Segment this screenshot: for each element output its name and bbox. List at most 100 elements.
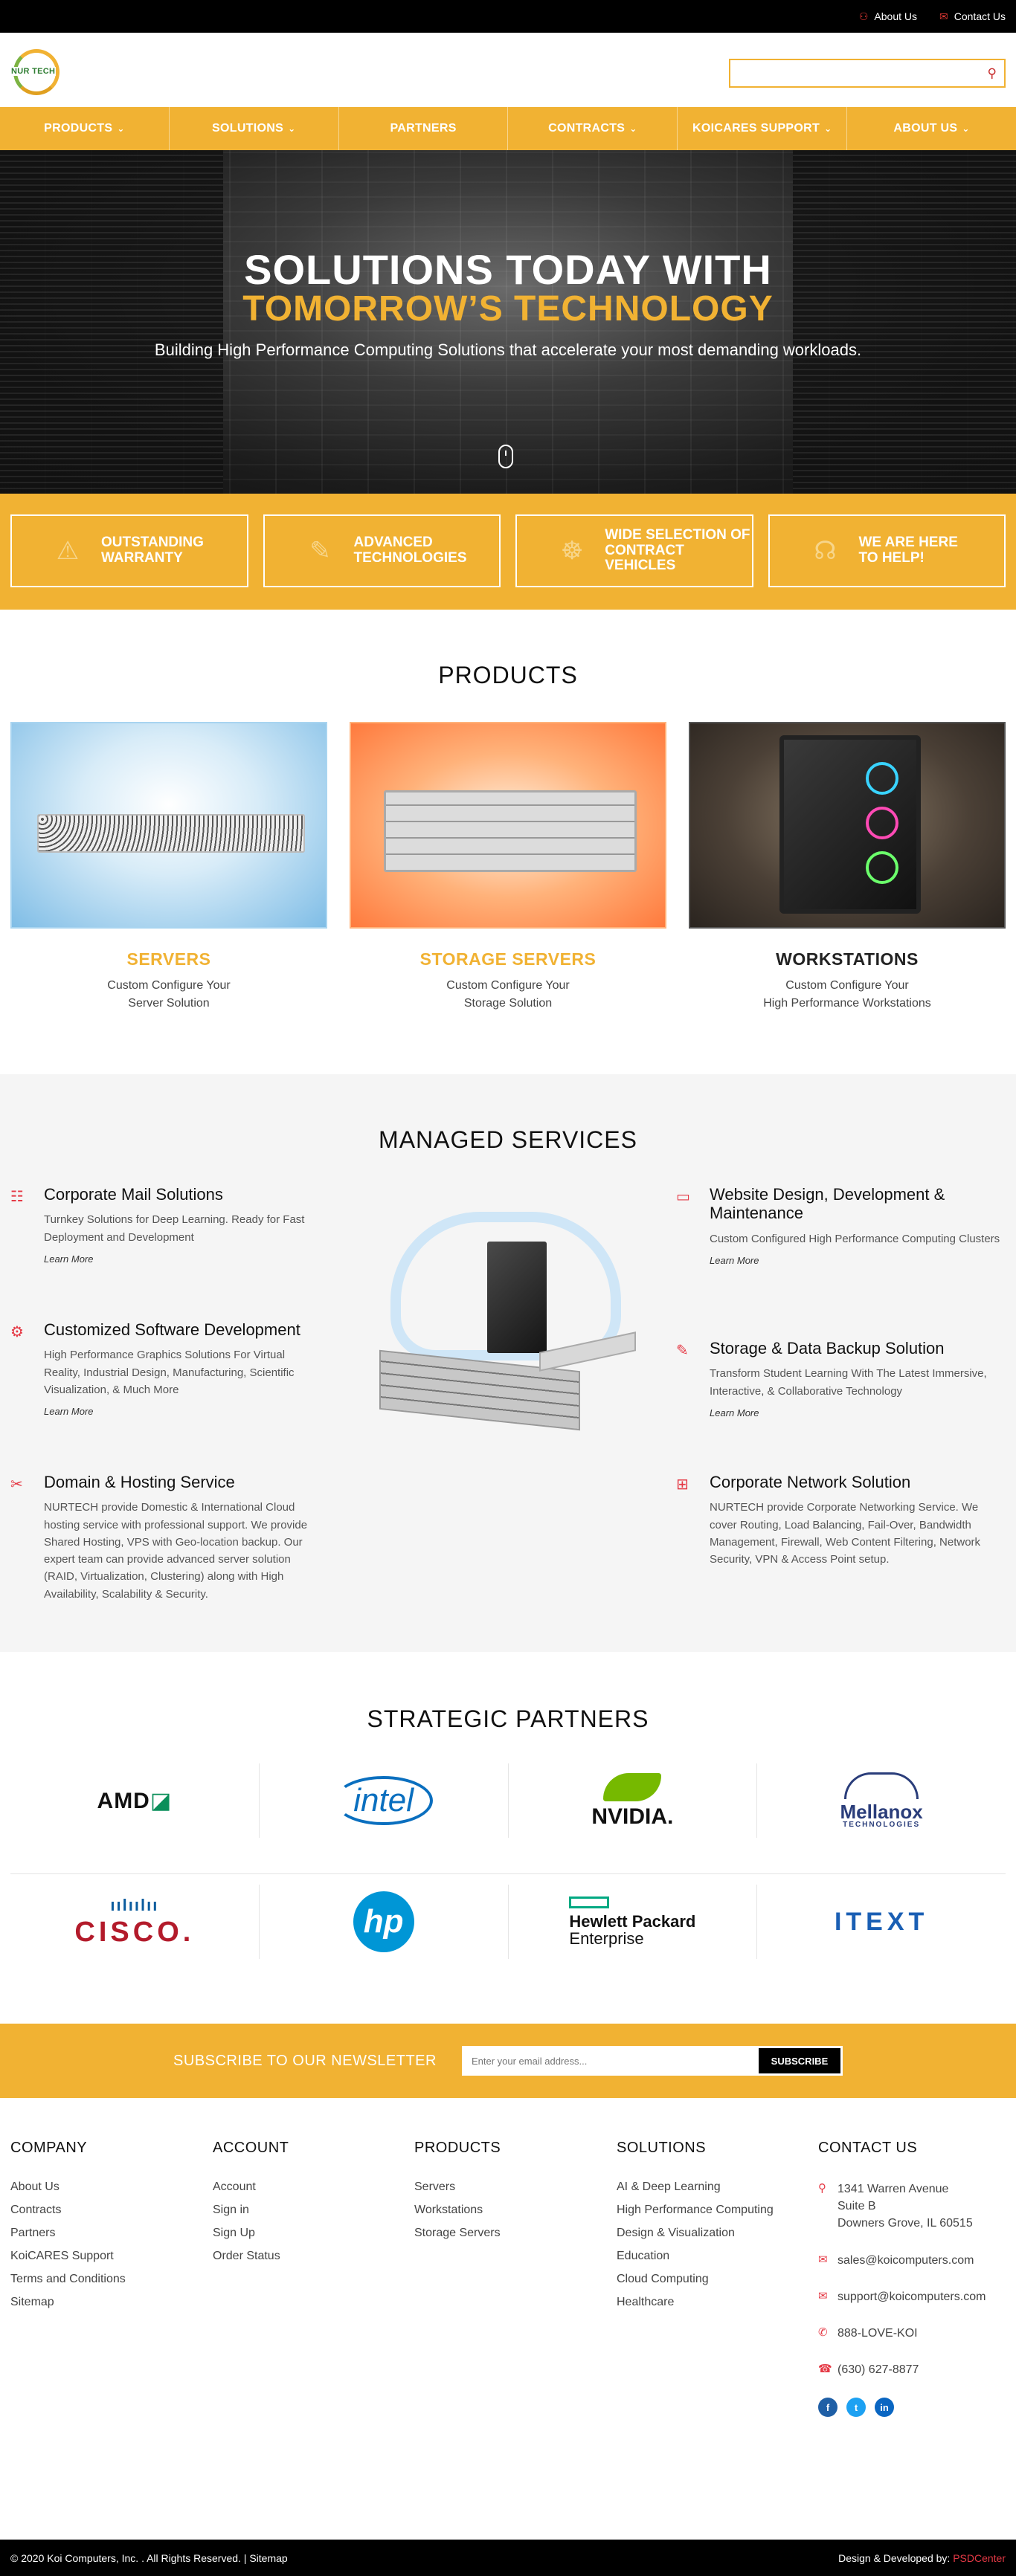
phone-link[interactable]: 888-LOVE-KOI (837, 2325, 918, 2342)
nav-about-us[interactable]: ABOUT US ⌄ (847, 107, 1016, 150)
footer-link-sign-up[interactable]: Sign Up (213, 2227, 406, 2240)
cloud-servers-illustration (376, 1189, 643, 1457)
service-heading: Domain & Hosting Service (44, 1473, 235, 1491)
nav-partners[interactable]: PARTNERS (339, 107, 509, 150)
product-card-workstations[interactable]: WORKSTATIONS Custom Configure Your High P… (689, 722, 1006, 1013)
footer-link-account[interactable]: Account (213, 2180, 406, 2194)
search-icon[interactable]: ⚲ (988, 66, 997, 81)
nav-solutions[interactable]: SOLUTIONS ⌄ (170, 107, 339, 150)
partner-hpe[interactable]: Hewlett Packard Enterprise (509, 1885, 758, 1959)
footer-link-cloud[interactable]: Cloud Computing (617, 2273, 810, 2286)
footer-link-terms[interactable]: Terms and Conditions (10, 2273, 204, 2286)
service-corporate-network: ⊞ Corporate Network Solution NURTECH pro… (676, 1473, 1003, 1568)
newsletter-form: SUBSCRIBE (461, 2046, 843, 2076)
footer-link-hpc[interactable]: High Performance Computing (617, 2204, 810, 2217)
nav-products[interactable]: PRODUCTS ⌄ (0, 107, 170, 150)
footer-link-sitemap[interactable]: Sitemap (10, 2296, 204, 2309)
newsletter-bar: SUBSCRIBE TO OUR NEWSLETTER SUBSCRIBE (0, 2024, 1016, 2098)
footer-link-contracts[interactable]: Contracts (10, 2204, 204, 2217)
product-desc: Custom Configure Your Storage Solution (350, 977, 666, 1013)
chevron-down-icon: ⌄ (962, 123, 970, 134)
hero-subtitle: Building High Performance Computing Solu… (154, 340, 862, 359)
footer-link-koicares[interactable]: KoiCARES Support (10, 2250, 204, 2263)
chevron-down-icon: ⌄ (117, 123, 125, 134)
partner-mellanox[interactable]: Mellanox TECHNOLOGIES (757, 1763, 1006, 1838)
service-heading: Website Design, Development & Maintenanc… (710, 1185, 945, 1223)
service-desc: NURTECH provide Domestic & International… (44, 1501, 308, 1601)
nav-contracts[interactable]: CONTRACTS ⌄ (508, 107, 678, 150)
partner-hp[interactable]: hp (260, 1885, 509, 1959)
hp-logo: hp (353, 1891, 414, 1952)
feature-line: CONTRACT VEHICLES (605, 542, 684, 574)
fax-icon: ☎ (818, 2363, 832, 2376)
footer-link-order-status[interactable]: Order Status (213, 2250, 406, 2263)
product-desc: Custom Configure Your High Performance Wo… (689, 977, 1006, 1013)
feature-technologies[interactable]: ✎ ADVANCED TECHNOLOGIES (263, 514, 501, 587)
feature-warranty[interactable]: ⚠ OUTSTANDING WARRANTY (10, 514, 248, 587)
newsletter-title: SUBSCRIBE TO OUR NEWSLETTER (173, 2052, 437, 2069)
footer-link-healthcare[interactable]: Healthcare (617, 2296, 810, 2309)
learn-more-link[interactable]: Learn More (44, 1253, 315, 1265)
partners-row-2: ıılıılıı CISCO. hp Hewlett Packard Enterpr… (10, 1885, 1006, 1959)
cisco-logo: ıılıılıı CISCO. (74, 1897, 194, 1947)
feature-help[interactable]: ☊ WE ARE HERE TO HELP! (768, 514, 1006, 587)
service-heading: Corporate Network Solution (710, 1473, 911, 1491)
support-icon: ☊ (814, 537, 837, 565)
fan-ring (866, 851, 898, 884)
mellanox-logo-text: Mellanox (840, 1801, 923, 1823)
hero-title-accent: TOMORROW’S TECHNOLOGY (242, 289, 774, 329)
partner-cisco[interactable]: ıılıılıı CISCO. (10, 1885, 260, 1959)
search-input[interactable] (730, 60, 976, 86)
mail-icon: ✉ (818, 2289, 828, 2302)
footer-link-design[interactable]: Design & Visualization (617, 2227, 810, 2240)
email-sales-link[interactable]: sales@koicomputers.com (837, 2252, 974, 2269)
product-title: SERVERS (126, 949, 211, 969)
service-desc: High Performance Graphics Solutions For … (44, 1349, 295, 1396)
subscribe-button[interactable]: SUBSCRIBE (758, 2048, 840, 2073)
top-contact-label: Contact Us (954, 10, 1006, 22)
nav-koicares-support[interactable]: KOICARES SUPPORT ⌄ (678, 107, 848, 150)
feature-line: TECHNOLOGIES (353, 550, 467, 566)
top-about-link[interactable]: ⚇ About Us (859, 10, 917, 23)
feature-text: WIDE SELECTION OF CONTRACT VEHICLES (605, 527, 751, 575)
footer-link-workstations[interactable]: Workstations (414, 2204, 608, 2217)
newsletter-email-input[interactable] (463, 2048, 759, 2073)
footer-link-ai[interactable]: AI & Deep Learning (617, 2180, 810, 2194)
fax-number: (630) 627-8877 (837, 2363, 919, 2377)
footer-link-storage-servers[interactable]: Storage Servers (414, 2227, 608, 2240)
service-heading: Storage & Data Backup Solution (710, 1339, 945, 1358)
site-header: NUR TECH ⚲ (0, 33, 1016, 107)
footer-link-education[interactable]: Education (617, 2250, 810, 2263)
facebook-icon[interactable]: f (818, 2398, 837, 2418)
learn-more-link[interactable]: Learn More (710, 1407, 1003, 1418)
partners-section: STRATEGIC PARTNERS AMD◪ intel NVIDIA. Me… (0, 1652, 1016, 2024)
product-card-storage-servers[interactable]: STORAGE SERVERS Custom Configure Your Sto… (350, 722, 666, 1013)
developer-name[interactable]: PSDCenter (953, 2552, 1006, 2564)
partner-itext[interactable]: ITEXT (757, 1885, 1006, 1959)
top-contact-link[interactable]: ✉ Contact Us (939, 10, 1006, 23)
footer-link-about-us[interactable]: About Us (10, 2180, 204, 2194)
service-desc: NURTECH provide Corporate Networking Ser… (710, 1501, 981, 1566)
site-logo[interactable]: NUR TECH (9, 46, 64, 98)
amd-arrow-icon: ◪ (149, 1788, 173, 1813)
nav-label: SOLUTIONS (212, 122, 284, 135)
partner-intel[interactable]: intel (260, 1763, 509, 1838)
product-card-servers[interactable]: SERVERS Custom Configure Your Server Solu… (10, 722, 327, 1013)
service-storage-backup: ✎ Storage & Data Backup Solution Transfo… (676, 1339, 1003, 1418)
footer-link-sign-in[interactable]: Sign in (213, 2204, 406, 2217)
twitter-icon[interactable]: t (846, 2398, 866, 2418)
bridge-icon (844, 1772, 919, 1799)
learn-more-link[interactable]: Learn More (710, 1255, 1003, 1266)
linkedin-icon[interactable]: in (875, 2398, 894, 2418)
email-support-link[interactable]: support@koicomputers.com (837, 2288, 986, 2305)
learn-more-link[interactable]: Learn More (44, 1406, 315, 1417)
partner-nvidia[interactable]: NVIDIA. (509, 1763, 758, 1838)
scroll-mouse-icon[interactable] (498, 445, 513, 468)
footer-link-partners[interactable]: Partners (10, 2227, 204, 2240)
footer-link-servers[interactable]: Servers (414, 2180, 608, 2194)
product-desc-line: High Performance Workstations (763, 997, 931, 1010)
partner-amd[interactable]: AMD◪ (10, 1763, 260, 1838)
workstations-image (689, 722, 1006, 929)
feature-contract-vehicles[interactable]: ☸ WIDE SELECTION OF CONTRACT VEHICLES (515, 514, 753, 587)
footer-address: ⚲ 1341 Warren Avenue Suite B Downers Gro… (818, 2180, 1012, 2233)
